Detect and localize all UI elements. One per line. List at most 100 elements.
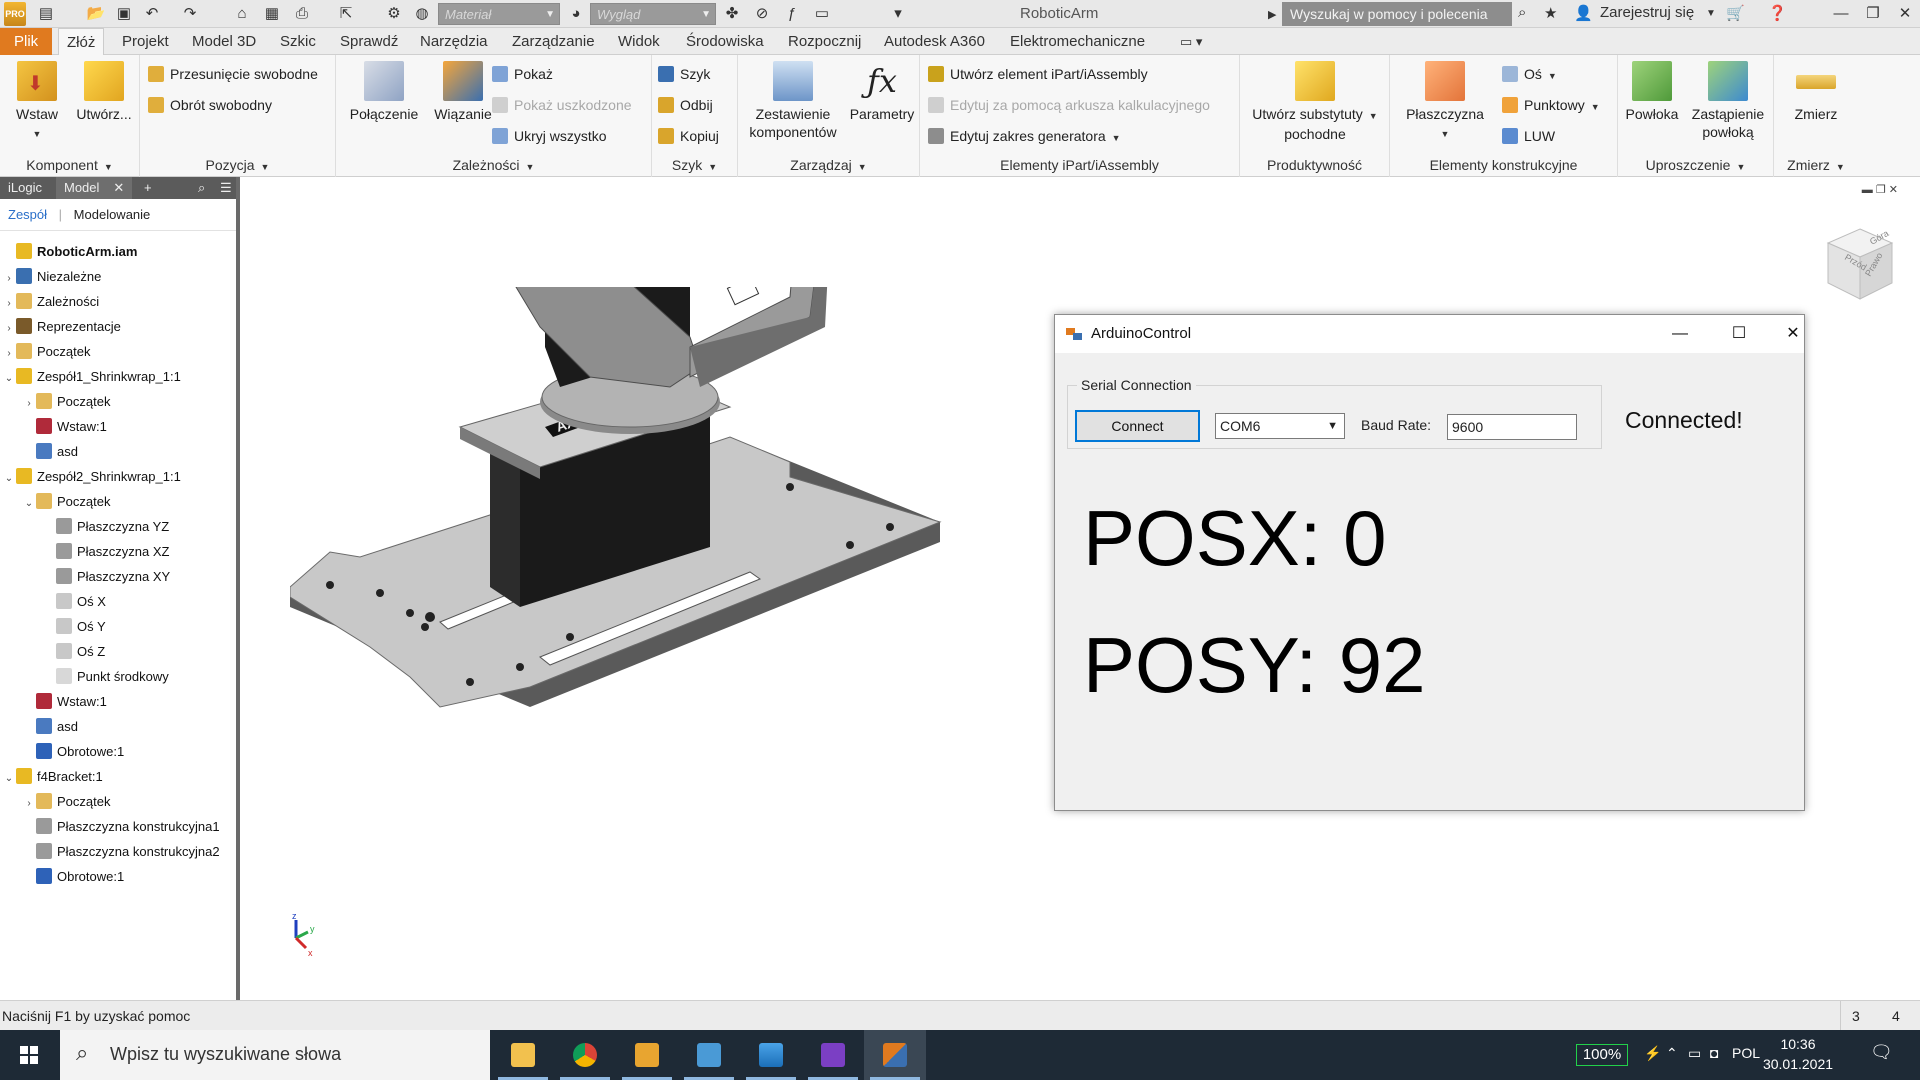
com-port-select[interactable]: COM6 ▼ xyxy=(1215,413,1345,439)
os-button[interactable]: Oś ▼ xyxy=(1502,62,1557,86)
tree-item[interactable]: Płaszczyzna konstrukcyjna2 xyxy=(22,839,220,864)
subtab-modelowanie[interactable]: Modelowanie xyxy=(74,207,151,222)
binoculars-icon[interactable]: ⌕ xyxy=(1518,4,1526,21)
function-icon[interactable]: ƒ xyxy=(782,4,802,24)
file-explorer-app[interactable] xyxy=(492,1030,554,1080)
baud-rate-input[interactable]: 9600 xyxy=(1447,414,1577,440)
tab-model[interactable]: Model ✕ xyxy=(56,177,133,199)
adjust-icon[interactable]: ✤ xyxy=(722,4,742,24)
tree-item[interactable]: ⌄ Zespół2_Shrinkwrap_1:1 xyxy=(2,464,181,489)
expand-icon[interactable]: › xyxy=(2,266,16,291)
wiazanie-button[interactable]: Wiązanie xyxy=(426,61,500,123)
cart-icon[interactable]: 🛒 xyxy=(1726,4,1745,22)
powloka-button[interactable]: Powłoka xyxy=(1620,61,1684,123)
clear-icon[interactable]: ⊘ xyxy=(752,4,772,24)
tree-item[interactable]: ⌄ f4Bracket:1 xyxy=(2,764,103,789)
chevron-down-icon[interactable]: ▼ xyxy=(1706,8,1716,19)
battery-indicator[interactable]: 100% xyxy=(1576,1044,1628,1066)
redo-icon[interactable]: ↷ xyxy=(180,4,200,24)
pokaz-uszkodzone-button[interactable]: Pokaż uszkodzone xyxy=(492,93,632,117)
save-icon[interactable]: ▣ xyxy=(114,4,134,24)
edytuj-arkusz-button[interactable]: Edytuj za pomocą arkusza kalkulacyjnego xyxy=(928,93,1210,117)
inventor-app[interactable] xyxy=(616,1030,678,1080)
add-tab-button[interactable]: + xyxy=(136,177,160,199)
tree-item[interactable]: Obrotowe:1 xyxy=(22,739,124,764)
signin-link[interactable]: Zarejestruj się xyxy=(1600,4,1694,21)
obrot-button[interactable]: Obrót swobodny xyxy=(148,93,272,117)
tree-item[interactable]: Płaszczyzna XZ xyxy=(42,539,169,564)
subtab-zespol[interactable]: Zespół xyxy=(8,207,47,222)
tree-item[interactable]: Oś Z xyxy=(42,639,105,664)
camera-icon[interactable]: ◘ xyxy=(1710,1045,1718,1061)
group-label-komponent[interactable]: Komponent ▼ xyxy=(0,155,139,175)
close-icon[interactable]: ✕ xyxy=(113,180,124,195)
menu-icon[interactable]: ☰ xyxy=(212,177,240,199)
clock-time[interactable]: 10:36 xyxy=(1768,1036,1828,1052)
collapse-icon[interactable]: ⌄ xyxy=(2,366,16,391)
close-button[interactable]: ✕ xyxy=(1778,323,1808,345)
tree-item[interactable]: › Zależności xyxy=(2,289,99,314)
collapse-icon[interactable]: ⌄ xyxy=(2,466,16,491)
punktowy-button[interactable]: Punktowy ▼ xyxy=(1502,93,1600,117)
tree-item[interactable]: Oś Y xyxy=(42,614,106,639)
maximize-button[interactable]: ☐ xyxy=(1724,323,1754,345)
expand-icon[interactable]: › xyxy=(2,291,16,316)
select-icon[interactable]: ⇱ xyxy=(336,4,356,24)
szyk-button[interactable]: Szyk xyxy=(658,62,710,86)
utworz-ipart-button[interactable]: Utwórz element iPart/iAssembly xyxy=(928,62,1148,86)
tab-szkic[interactable]: Szkic xyxy=(272,28,324,55)
tab-plik[interactable]: Plik xyxy=(0,28,53,55)
expand-icon[interactable]: › xyxy=(2,341,16,366)
visual-studio-app[interactable] xyxy=(802,1030,864,1080)
notifications-icon[interactable]: 🗨 xyxy=(1870,1042,1893,1063)
network-icon[interactable]: ▭ xyxy=(1688,1045,1701,1062)
substytuty-button[interactable]: Utwórz substytuty ▼ pochodne xyxy=(1244,61,1386,143)
odbij-button[interactable]: Odbij xyxy=(658,93,713,117)
tree-item[interactable]: Wstaw:1 xyxy=(22,689,107,714)
tree-item[interactable]: Wstaw:1 xyxy=(22,414,107,439)
minimize-button[interactable]: — xyxy=(1665,323,1695,345)
wstaw-button[interactable]: ⬇ Wstaw ▼ xyxy=(8,61,66,143)
clock-date[interactable]: 30.01.2021 xyxy=(1758,1056,1838,1072)
customize-icon[interactable]: ▾ xyxy=(888,4,908,24)
material-combo[interactable]: Materiał ▼ xyxy=(438,3,560,25)
tab-rozpocznij[interactable]: Rozpocznij xyxy=(780,28,869,55)
search-icon[interactable]: ⌕ xyxy=(190,177,213,199)
language-indicator[interactable]: POL xyxy=(1732,1045,1760,1061)
expand-icon[interactable]: › xyxy=(22,391,36,416)
connect-button[interactable]: Connect xyxy=(1075,410,1200,442)
tree-item[interactable]: ⌄ Początek xyxy=(22,489,110,514)
tree-item[interactable]: Płaszczyzna YZ xyxy=(42,514,169,539)
tab-sprawdz[interactable]: Sprawdź xyxy=(332,28,406,55)
tab-widok[interactable]: Widok xyxy=(610,28,668,55)
parametry-button[interactable]: ƒx Parametry xyxy=(846,61,918,123)
panel-toggle-icon[interactable]: ▭ ▾ xyxy=(1180,34,1202,50)
properties-icon[interactable]: ▦ xyxy=(262,4,282,24)
group-label-szyk[interactable]: Szyk ▼ xyxy=(652,155,737,175)
color-icon[interactable]: ◍ xyxy=(412,4,432,24)
kopiuj-button[interactable]: Kopiuj xyxy=(658,124,719,148)
collapse-icon[interactable]: ⌄ xyxy=(22,491,36,516)
zestawienie-button[interactable]: Zestawienie komponentów xyxy=(742,61,844,141)
appearance-combo[interactable]: Wygląd ▼ xyxy=(590,3,716,25)
group-label-zarzadzaj[interactable]: Zarządzaj ▼ xyxy=(738,155,919,175)
group-label-zaleznosci[interactable]: Zależności ▼ xyxy=(336,155,651,175)
star-icon[interactable]: ★ xyxy=(1544,4,1557,22)
arduino-control-app[interactable] xyxy=(864,1030,926,1080)
tree-item[interactable]: › Początek xyxy=(22,389,110,414)
window-titlebar[interactable]: ArduinoControl — ☐ ✕ xyxy=(1055,315,1804,353)
help-search-input[interactable]: Wyszukaj w pomocy i polecenia xyxy=(1282,2,1512,26)
group-label-pozycja[interactable]: Pozycja ▼ xyxy=(140,155,335,175)
tree-item[interactable]: asd xyxy=(22,714,78,739)
tab-model-3d[interactable]: Model 3D xyxy=(184,28,264,55)
group-label-uproszczenie[interactable]: Uproszczenie ▼ xyxy=(1618,155,1773,175)
tree-item[interactable]: › Początek xyxy=(22,789,110,814)
tree-item[interactable]: › Reprezentacje xyxy=(2,314,121,339)
collapse-icon[interactable]: ⌄ xyxy=(2,766,16,791)
tree-item[interactable]: › Początek xyxy=(2,339,90,364)
start-button[interactable] xyxy=(0,1030,60,1080)
plaszczyzna-button[interactable]: Płaszczyzna ▼ xyxy=(1398,61,1492,143)
tab-elektromechaniczne[interactable]: Elektromechaniczne xyxy=(1002,28,1153,55)
expand-icon[interactable]: › xyxy=(2,316,16,341)
expand-icon[interactable]: › xyxy=(22,791,36,816)
